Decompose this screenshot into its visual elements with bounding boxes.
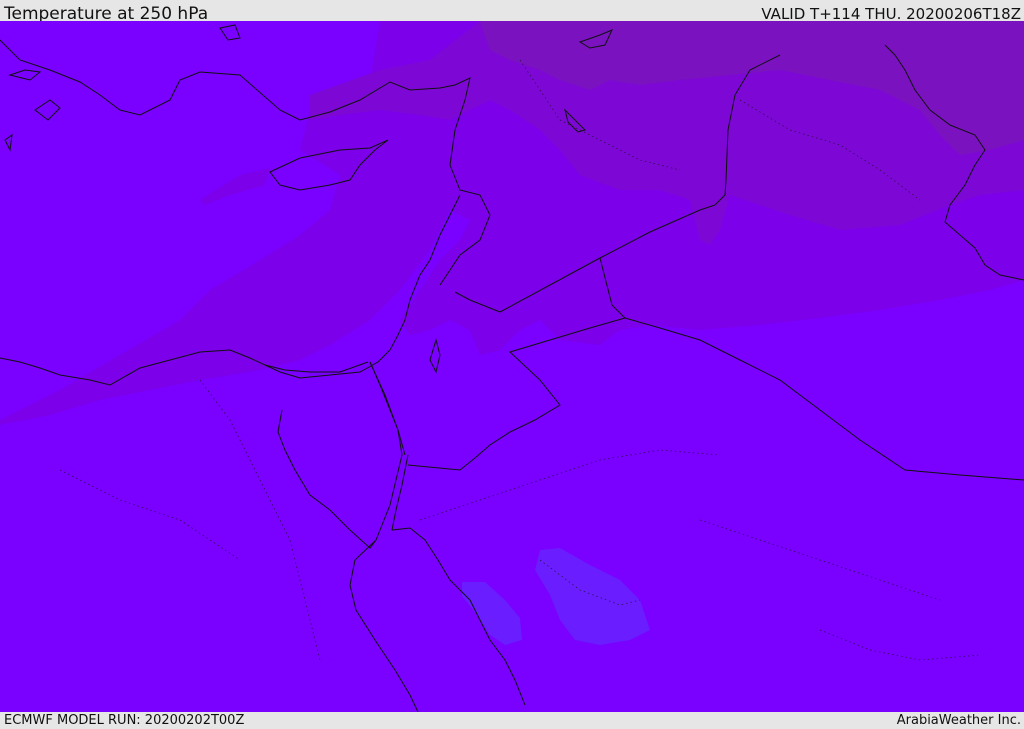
map-canvas (0, 21, 1024, 712)
temperature-map (0, 21, 1024, 712)
footer-bar: ECMWF MODEL RUN: 20200202T00Z ArabiaWeat… (0, 712, 1024, 729)
header-bar: Temperature at 250 hPa VALID T+114 THU. … (0, 0, 1024, 24)
model-run-label: ECMWF MODEL RUN: 20200202T00Z (4, 713, 245, 728)
map-frame: Temperature at 250 hPa VALID T+114 THU. … (0, 0, 1024, 729)
credit-label: ArabiaWeather Inc. (896, 713, 1021, 728)
